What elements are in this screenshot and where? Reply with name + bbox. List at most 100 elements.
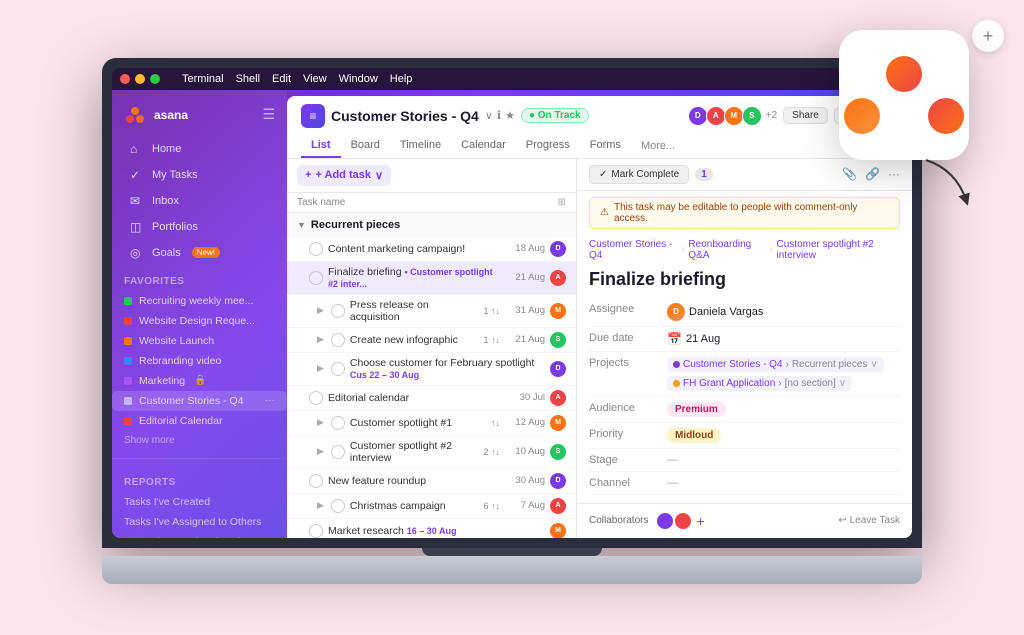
task-checkbox-spotlight2[interactable] bbox=[331, 445, 345, 459]
stage-value[interactable]: — bbox=[667, 454, 900, 466]
sidebar-nav-portfolios[interactable]: ◫ Portfolios bbox=[118, 215, 281, 239]
priority-value[interactable]: Midloud bbox=[667, 428, 900, 443]
sidebar-menu-icon[interactable]: ☰ bbox=[262, 106, 275, 123]
sidebar-fav-recruiting[interactable]: Recruiting weekly mee... bbox=[112, 291, 287, 311]
task-row-christmas[interactable]: ▶ Christmas campaign 6 ↑↓ 7 Aug A bbox=[287, 494, 576, 519]
fav-label-editorial: Editorial Calendar bbox=[139, 415, 222, 427]
sidebar-fav-customer-stories[interactable]: Customer Stories - Q4 ··· bbox=[112, 391, 287, 411]
sidebar-nav-home[interactable]: ⌂ Home bbox=[118, 137, 281, 161]
breadcrumb-3[interactable]: Customer spotlight #2 interview bbox=[777, 239, 900, 261]
task-checkbox-press[interactable] bbox=[331, 304, 345, 318]
task-checkbox[interactable] bbox=[309, 242, 323, 256]
task-row-spotlight1[interactable]: ▶ Customer spotlight #1 ↑↓ 12 Aug M bbox=[287, 411, 576, 436]
task-row-spotlight2[interactable]: ▶ Customer spotlight #2 interview 2 ↑↓ 1… bbox=[287, 436, 576, 469]
task-expand-icon[interactable]: ▶ bbox=[317, 305, 324, 316]
sidebar-nav-inbox[interactable]: ✉ Inbox bbox=[118, 189, 281, 213]
task-row-feature[interactable]: New feature roundup 30 Aug D bbox=[287, 469, 576, 494]
sidebar-fav-website-launch[interactable]: Website Launch bbox=[112, 331, 287, 351]
task-row-editorial[interactable]: Editorial calendar 30 Jul A bbox=[287, 386, 576, 411]
add-collaborator-button[interactable]: + bbox=[696, 513, 704, 529]
tab-list[interactable]: List bbox=[301, 134, 341, 158]
share-button[interactable]: Share bbox=[783, 107, 828, 124]
task-expand-icon-2[interactable]: ▶ bbox=[317, 334, 324, 345]
task-checkbox-choose[interactable] bbox=[331, 362, 345, 376]
sidebar-fav-marketing[interactable]: Marketing 🔒 bbox=[112, 371, 287, 391]
task-checkbox-finalize[interactable] bbox=[309, 271, 323, 285]
tab-progress[interactable]: Progress bbox=[516, 134, 580, 158]
fav-dot-rebranding bbox=[124, 357, 132, 365]
star-icon[interactable]: ★ bbox=[505, 109, 515, 122]
task-row-finalize[interactable]: Finalize briefing • Customer spotlight #… bbox=[287, 262, 576, 295]
menu-shell[interactable]: Shell bbox=[236, 73, 260, 85]
show-more-link[interactable]: Show more bbox=[112, 431, 287, 450]
task-row-market[interactable]: Market research 16 – 30 Aug M bbox=[287, 519, 576, 538]
task-checkbox-spotlight1[interactable] bbox=[331, 416, 345, 430]
task-row-choose[interactable]: ▶ Choose customer for February spotlight… bbox=[287, 353, 576, 386]
attach-icon[interactable]: 📎 bbox=[842, 167, 857, 181]
menu-view[interactable]: View bbox=[303, 73, 327, 85]
plus-corner-button[interactable]: + bbox=[972, 20, 1004, 52]
report-recently-completed[interactable]: Recently Completed Tasks bbox=[112, 532, 287, 538]
audience-value[interactable]: Premium bbox=[667, 402, 900, 417]
task-list-scroll[interactable]: ▼ Recurrent pieces Content marketing cam… bbox=[287, 213, 576, 538]
breadcrumb-1[interactable]: Customer Stories - Q4 bbox=[589, 239, 677, 261]
member-avatar-2: A bbox=[706, 106, 726, 126]
sidebar-fav-rebranding[interactable]: Rebranding video bbox=[112, 351, 287, 371]
ellipsis-icon[interactable]: ··· bbox=[265, 395, 275, 406]
tab-calendar[interactable]: Calendar bbox=[451, 134, 516, 158]
menu-help[interactable]: Help bbox=[390, 73, 413, 85]
tab-forms[interactable]: Forms bbox=[580, 134, 631, 158]
menu-window[interactable]: Window bbox=[339, 73, 378, 85]
link-icon[interactable]: 🔗 bbox=[865, 167, 880, 181]
task-indicator-spotlight1: ↑↓ bbox=[491, 418, 500, 428]
more-button[interactable]: More... bbox=[631, 135, 685, 157]
detail-field-projects: Projects Customer Stories - Q4 › Recurre… bbox=[589, 352, 900, 397]
task-expand-icon-6[interactable]: ▶ bbox=[317, 500, 324, 511]
task-indicator-spotlight2: 2 ↑↓ bbox=[483, 447, 500, 457]
menu-edit[interactable]: Edit bbox=[272, 73, 291, 85]
task-checkbox-feature[interactable] bbox=[309, 474, 323, 488]
project-tag-fh-grant[interactable]: FH Grant Application › [no section] ∨ bbox=[667, 376, 852, 391]
project-tag-customer-stories[interactable]: Customer Stories - Q4 › Recurrent pieces… bbox=[667, 357, 884, 372]
expand-collapse-icon[interactable]: ⊞ bbox=[558, 197, 566, 208]
due-date-label: Due date bbox=[589, 332, 659, 344]
report-tasks-created[interactable]: Tasks I've Created bbox=[112, 492, 287, 512]
sidebar-nav-my-tasks[interactable]: ✓ My Tasks bbox=[118, 163, 281, 187]
task-checkbox-market[interactable] bbox=[309, 524, 323, 538]
leave-task-button[interactable]: ↩ Leave Task bbox=[838, 515, 900, 526]
maximize-button[interactable] bbox=[150, 74, 160, 84]
task-expand-icon-4[interactable]: ▶ bbox=[317, 417, 324, 428]
sidebar-logo: asana ☰ bbox=[112, 98, 287, 136]
task-expand-icon-3[interactable]: ▶ bbox=[317, 363, 324, 374]
sidebar-fav-editorial[interactable]: Editorial Calendar bbox=[112, 411, 287, 431]
due-date-value[interactable]: 📅 21 Aug bbox=[667, 332, 900, 346]
mark-complete-button[interactable]: ✓ Mark Complete bbox=[589, 165, 689, 184]
breadcrumb-2[interactable]: Reonboarding Q&A bbox=[688, 239, 765, 261]
info-icon[interactable]: ℹ bbox=[497, 109, 501, 122]
assignee-value[interactable]: D Daniela Vargas bbox=[667, 303, 900, 321]
menu-terminal[interactable]: Terminal bbox=[182, 73, 224, 85]
dropdown-chevron-icon[interactable]: ∨ bbox=[485, 109, 493, 122]
task-date-infographic: 21 Aug bbox=[505, 334, 545, 345]
close-button[interactable] bbox=[120, 74, 130, 84]
fav-label-rebranding: Rebranding video bbox=[139, 355, 221, 367]
task-checkbox-editorial[interactable] bbox=[309, 391, 323, 405]
task-checkbox-infographic[interactable] bbox=[331, 333, 345, 347]
tab-timeline[interactable]: Timeline bbox=[390, 134, 451, 158]
fav-dot-editorial bbox=[124, 417, 132, 425]
task-indicator-christmas: 6 ↑↓ bbox=[483, 501, 500, 511]
report-tasks-assigned[interactable]: Tasks I've Assigned to Others bbox=[112, 512, 287, 532]
add-task-button[interactable]: + + Add task ∨ bbox=[297, 165, 391, 186]
section-header-recurrent[interactable]: ▼ Recurrent pieces bbox=[287, 213, 576, 237]
more-icon[interactable]: ··· bbox=[888, 167, 900, 181]
sidebar-fav-website-design[interactable]: Website Design Reque... bbox=[112, 311, 287, 331]
minimize-button[interactable] bbox=[135, 74, 145, 84]
task-row-press[interactable]: ▶ Press release on acquisition 1 ↑↓ 31 A… bbox=[287, 295, 576, 328]
task-checkbox-christmas[interactable] bbox=[331, 499, 345, 513]
channel-value[interactable]: — bbox=[667, 477, 900, 489]
task-row[interactable]: Content marketing campaign! 18 Aug D bbox=[287, 237, 576, 262]
task-row-infographic[interactable]: ▶ Create new infographic 1 ↑↓ 21 Aug S bbox=[287, 328, 576, 353]
task-expand-icon-5[interactable]: ▶ bbox=[317, 446, 324, 457]
tab-board[interactable]: Board bbox=[341, 134, 390, 158]
sidebar-nav-goals[interactable]: ◎ Goals New! bbox=[118, 241, 281, 265]
